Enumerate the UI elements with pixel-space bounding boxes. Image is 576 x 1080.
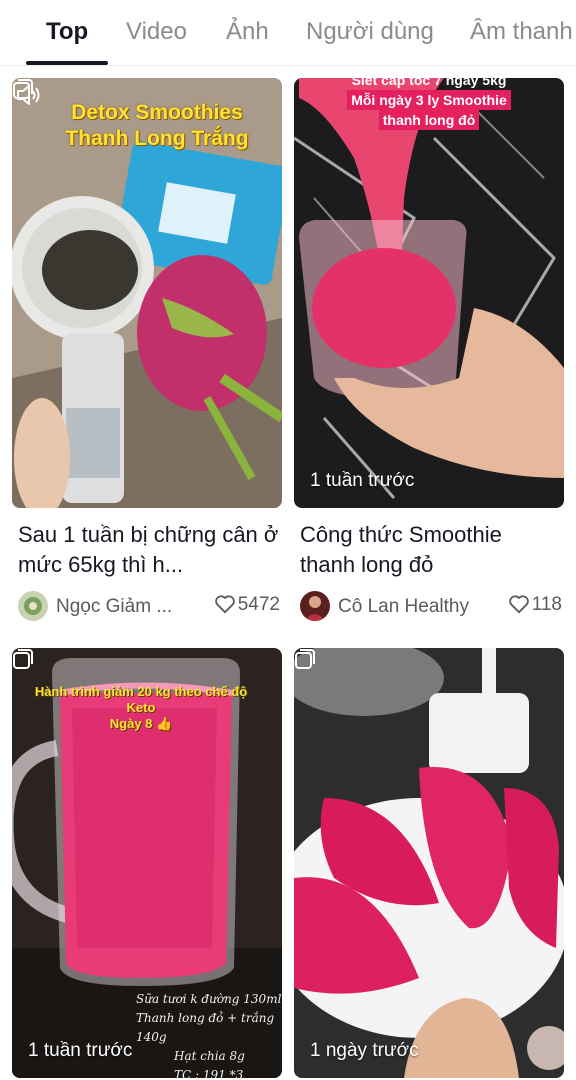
video-card[interactable]: Siết cấp tốc 7 ngày 5kg Mỗi ngày 3 ly Sm… (294, 78, 564, 624)
recipe-line: TC : 191 *3 (174, 1068, 244, 1078)
video-card[interactable]: Detox Smoothies Thanh Long Trắng Sau 1 t… (12, 78, 282, 624)
video-thumbnail[interactable]: Hành trình giảm 20 kg theo chế độ Keto N… (12, 648, 282, 1078)
tab-video[interactable]: Video (126, 18, 187, 46)
post-timestamp: 1 ngày trước (310, 1040, 419, 1061)
speaker-icon[interactable] (12, 78, 46, 112)
heart-icon[interactable] (214, 594, 236, 614)
overlay-line: Hành trình giảm 20 kg theo chế độ (34, 684, 248, 699)
recipe-line: Hạt chia 8g (174, 1049, 245, 1063)
recipe-line: Sữa tươi k đường 130ml (136, 992, 282, 1006)
overlay-line: Detox Smoothies (71, 101, 243, 124)
thumbnail-image (294, 648, 564, 1078)
like-count[interactable]: 118 (508, 594, 562, 616)
heart-icon[interactable] (508, 594, 530, 614)
author-name[interactable]: Ngọc Giảm ... (56, 596, 172, 618)
post-timestamp: 1 tuần trước (310, 470, 415, 491)
video-caption[interactable]: Sau 1 tuần bị chững cân ở mức 65kg thì h… (18, 520, 280, 580)
overlay-line: Ngày 8 👍 (109, 716, 173, 731)
photo-mode-icon (295, 649, 315, 669)
video-meta: Cô Lan Healthy 118 (300, 590, 562, 624)
avatar[interactable] (18, 591, 48, 621)
thumbnail-image (294, 78, 564, 508)
like-count-value: 118 (531, 594, 562, 615)
avatar[interactable] (300, 591, 330, 621)
overlay-line: Mỗi ngày 3 ly Smoothie (347, 90, 511, 110)
active-tab-indicator (26, 61, 108, 65)
overlay-line: Siết cấp tốc 7 ngày 5kg (351, 78, 507, 88)
video-card[interactable]: 1 ngày trước (294, 648, 564, 1078)
video-card[interactable]: Hành trình giảm 20 kg theo chế độ Keto N… (12, 648, 282, 1078)
photo-mode-icon (13, 649, 33, 669)
video-caption[interactable]: Công thức Smoothie thanh long đỏ (300, 520, 562, 580)
overlay-line: thanh long đỏ (378, 110, 480, 130)
video-thumbnail[interactable]: 1 ngày trước (294, 648, 564, 1078)
search-tabs: Top Video Ảnh Người dùng Âm thanh (0, 0, 576, 66)
like-count[interactable]: 5472 (214, 594, 280, 616)
overlay-line: Thanh Long Trắng (65, 127, 249, 150)
overlay-title: Siết cấp tốc 7 ngày 5kg Mỗi ngày 3 ly Sm… (318, 78, 540, 130)
video-thumbnail[interactable]: Detox Smoothies Thanh Long Trắng (12, 78, 282, 508)
recipe-line: Thanh long đỏ + trắng 140g (136, 1011, 275, 1044)
video-thumbnail[interactable]: Siết cấp tốc 7 ngày 5kg Mỗi ngày 3 ly Sm… (294, 78, 564, 508)
like-count-value: 5472 (237, 594, 280, 615)
handwritten-recipe: Sữa tươi k đường 130ml Thanh long đỏ + t… (136, 990, 282, 1078)
video-meta: Ngọc Giảm ... 5472 (18, 590, 280, 624)
author-name[interactable]: Cô Lan Healthy (338, 596, 469, 618)
tab-sounds[interactable]: Âm thanh (470, 18, 573, 46)
tab-photos[interactable]: Ảnh (226, 18, 269, 46)
overlay-line: Keto (126, 700, 156, 715)
tab-top[interactable]: Top (46, 18, 88, 46)
overlay-title: Hành trình giảm 20 kg theo chế độ Keto N… (12, 684, 276, 732)
overlay-title: Detox Smoothies Thanh Long Trắng (42, 100, 272, 152)
post-timestamp: 1 tuần trước (28, 1040, 133, 1061)
tab-users[interactable]: Người dùng (306, 18, 434, 46)
